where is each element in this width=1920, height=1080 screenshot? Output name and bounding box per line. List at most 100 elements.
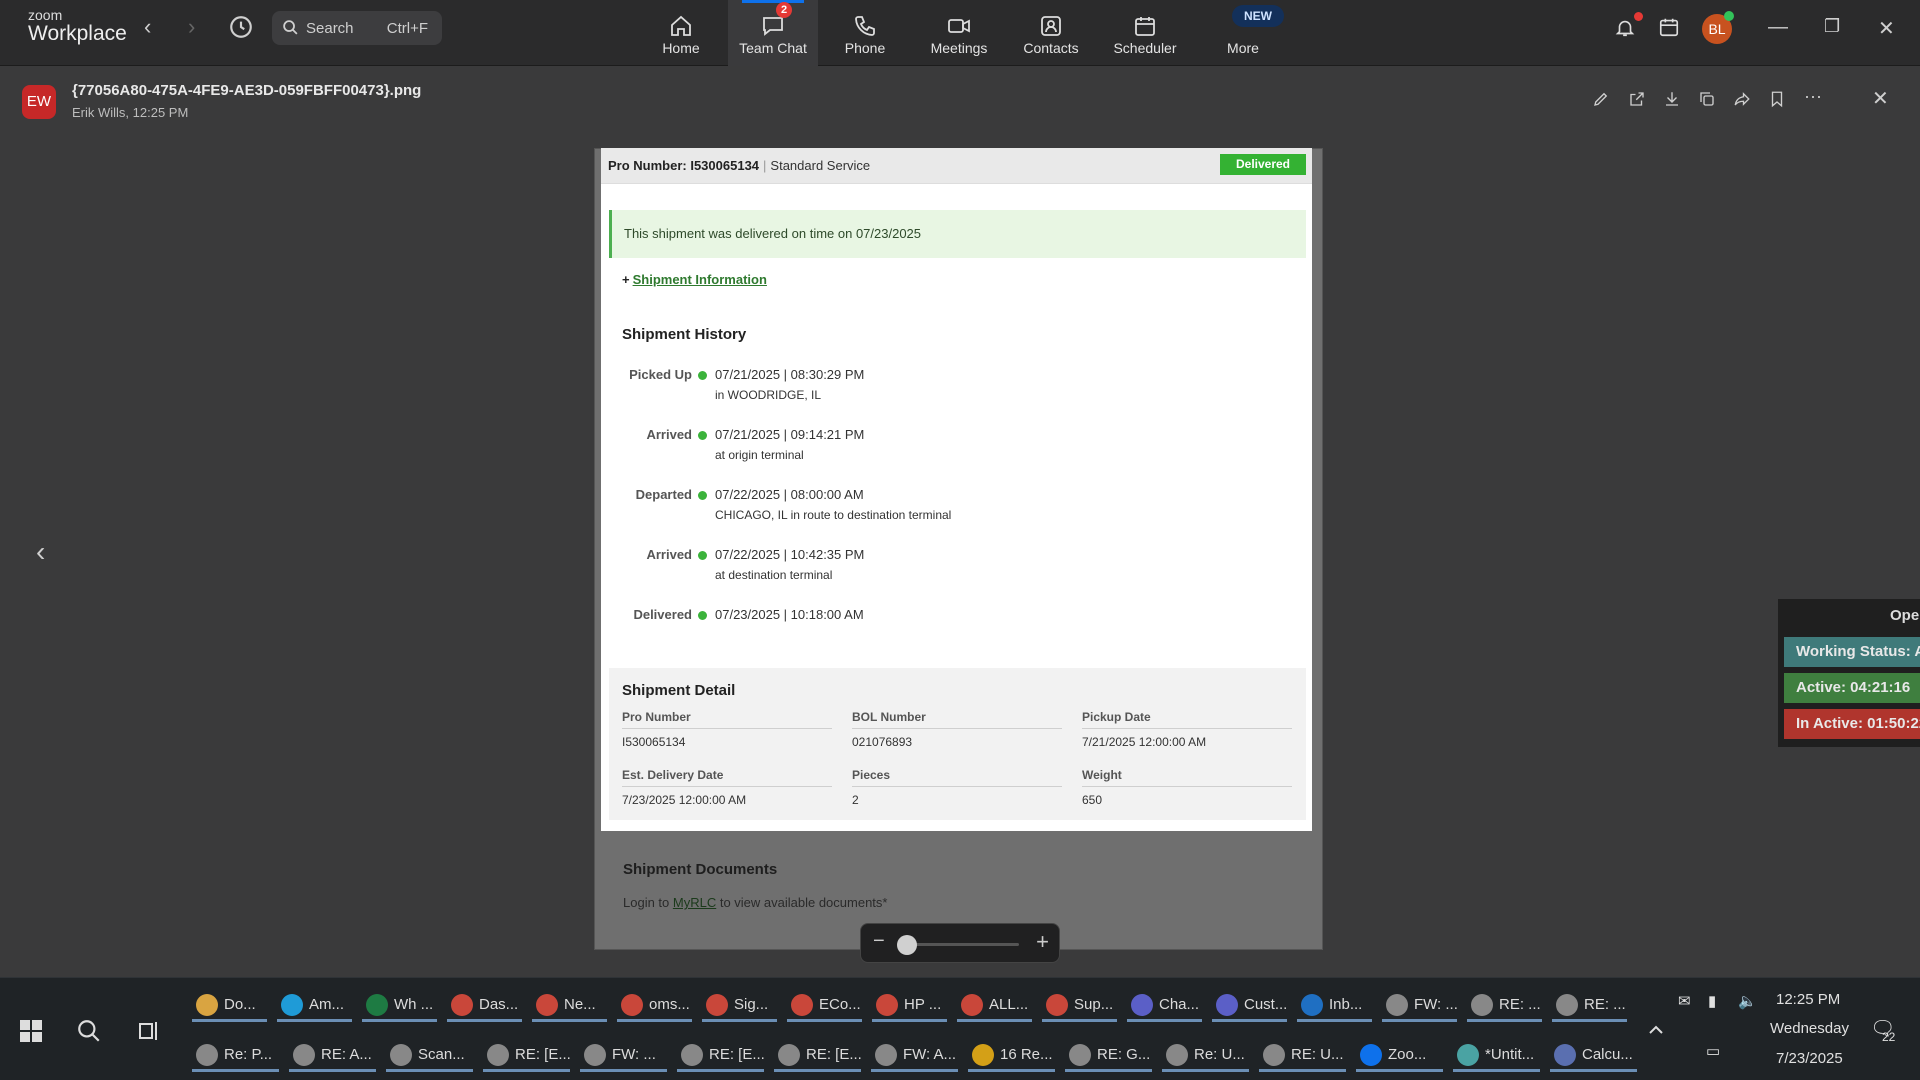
taskbar-button[interactable]: ECo... bbox=[785, 988, 864, 1022]
copy-icon[interactable] bbox=[1698, 90, 1716, 108]
taskbar-button[interactable]: FW: A... bbox=[869, 1038, 960, 1072]
app-icon bbox=[196, 1044, 218, 1066]
search-input[interactable]: Search Ctrl+F bbox=[272, 11, 442, 45]
shipment-information-link[interactable]: + Shipment Information bbox=[622, 272, 767, 287]
taskbar-button[interactable]: Scan... bbox=[384, 1038, 475, 1072]
app-icon bbox=[281, 994, 303, 1016]
status-dot bbox=[698, 551, 707, 560]
back-arrow-icon[interactable]: ‹ bbox=[144, 14, 151, 40]
taskbar-button[interactable]: RE: ... bbox=[1550, 988, 1629, 1022]
edit-icon[interactable] bbox=[1592, 90, 1610, 108]
calendar-app-icon[interactable] bbox=[1658, 16, 1680, 38]
taskbar-button[interactable]: Am... bbox=[275, 988, 354, 1022]
clock-date[interactable]: 7/23/2025 bbox=[1776, 1050, 1843, 1067]
download-icon[interactable] bbox=[1663, 90, 1681, 108]
taskbar-button[interactable]: Zoo... bbox=[1354, 1038, 1445, 1072]
taskbar-label: Inb... bbox=[1329, 996, 1363, 1013]
taskbar-label: 16 Re... bbox=[1000, 1046, 1053, 1063]
taskbar-label: RE: U... bbox=[1291, 1046, 1344, 1063]
zoom-out-button[interactable]: − bbox=[873, 930, 885, 953]
app-icon bbox=[1386, 994, 1408, 1016]
taskbar-button[interactable]: RE: G... bbox=[1063, 1038, 1154, 1072]
app-icon bbox=[1263, 1044, 1285, 1066]
app-icon bbox=[1471, 994, 1493, 1016]
taskbar-button[interactable]: 16 Re... bbox=[966, 1038, 1057, 1072]
display-icon[interactable]: ▭ bbox=[1706, 1042, 1720, 1060]
status-dot bbox=[698, 491, 707, 500]
clock-day[interactable]: Wednesday bbox=[1770, 1020, 1849, 1037]
app-icon bbox=[487, 1044, 509, 1066]
taskbar-button[interactable]: RE: ... bbox=[1465, 988, 1544, 1022]
restore-icon[interactable]: ❐ bbox=[1824, 16, 1840, 37]
search-icon[interactable] bbox=[76, 1018, 102, 1044]
task-view-icon[interactable] bbox=[138, 1020, 162, 1042]
taskbar-button[interactable]: RE: [E... bbox=[772, 1038, 863, 1072]
taskbar-button[interactable]: Calcu... bbox=[1548, 1038, 1639, 1072]
taskbar-button[interactable]: Sig... bbox=[700, 988, 779, 1022]
bookmark-icon[interactable] bbox=[1768, 90, 1786, 108]
taskbar-button[interactable]: Cust... bbox=[1210, 988, 1289, 1022]
share-icon[interactable] bbox=[1733, 90, 1751, 108]
myrlc-link[interactable]: MyRLC bbox=[673, 895, 716, 910]
forward-arrow-icon[interactable]: › bbox=[188, 14, 195, 40]
minimize-icon[interactable]: — bbox=[1768, 16, 1788, 39]
clock-time[interactable]: 12:25 PM bbox=[1776, 991, 1840, 1008]
status-widget: Ope Working Status: A Active: 04:21:16 I… bbox=[1778, 599, 1920, 747]
tab-contacts[interactable]: Contacts bbox=[1006, 0, 1096, 66]
tab-home[interactable]: Home bbox=[636, 0, 726, 66]
zoom-in-button[interactable]: + bbox=[1036, 929, 1049, 955]
bell-icon[interactable] bbox=[1614, 16, 1636, 40]
tab-scheduler[interactable]: Scheduler bbox=[1100, 0, 1190, 66]
app-icon bbox=[1069, 1044, 1091, 1066]
taskbar-label: Am... bbox=[309, 996, 345, 1013]
volume-icon[interactable]: 🔈 bbox=[1738, 992, 1757, 1010]
status-dot bbox=[698, 611, 707, 620]
zoom-logo: zoom Workplace bbox=[28, 7, 127, 45]
chevron-up-icon[interactable] bbox=[1648, 1023, 1664, 1035]
taskbar-button[interactable]: Sup... bbox=[1040, 988, 1119, 1022]
zoom-control: − + bbox=[860, 923, 1060, 963]
previous-image-icon[interactable]: ‹ bbox=[36, 536, 45, 568]
detail-field: Weight 650 bbox=[1082, 768, 1292, 807]
taskbar-button[interactable]: Re: P... bbox=[190, 1038, 281, 1072]
taskbar-label: Scan... bbox=[418, 1046, 465, 1063]
windows-start-icon[interactable] bbox=[20, 1020, 42, 1042]
tab-meetings[interactable]: Meetings bbox=[914, 0, 1004, 66]
taskbar-label: RE: ... bbox=[1584, 996, 1626, 1013]
file-name: {77056A80-475A-4FE9-AE3D-059FBFF00473}.p… bbox=[72, 82, 422, 99]
taskbar-label: RE: [E... bbox=[515, 1046, 571, 1063]
taskbar-button[interactable]: Ne... bbox=[530, 988, 609, 1022]
taskbar-button[interactable]: Cha... bbox=[1125, 988, 1204, 1022]
taskbar-button[interactable]: RE: [E... bbox=[675, 1038, 766, 1072]
taskbar-button[interactable]: ALL... bbox=[955, 988, 1034, 1022]
taskbar-button[interactable]: Re: U... bbox=[1160, 1038, 1251, 1072]
taskbar-button[interactable]: Do... bbox=[190, 988, 269, 1022]
close-viewer-icon[interactable]: ✕ bbox=[1872, 86, 1889, 111]
battery-icon[interactable]: ▮ bbox=[1708, 992, 1716, 1010]
more-icon[interactable]: ··· bbox=[1804, 86, 1822, 107]
taskbar-button[interactable]: Wh ... bbox=[360, 988, 439, 1022]
taskbar-button[interactable]: Inb... bbox=[1295, 988, 1374, 1022]
tab-team-chat[interactable]: 2 Team Chat bbox=[728, 0, 818, 66]
taskbar-button[interactable]: HP ... bbox=[870, 988, 949, 1022]
tab-phone[interactable]: Phone bbox=[820, 0, 910, 66]
taskbar-button[interactable]: Das... bbox=[445, 988, 524, 1022]
taskbar-button[interactable]: FW: ... bbox=[578, 1038, 669, 1072]
app-icon bbox=[536, 994, 558, 1016]
active-time: Active: 04:21:16 bbox=[1784, 673, 1920, 703]
taskbar-button[interactable]: RE: U... bbox=[1257, 1038, 1348, 1072]
zoom-slider-track[interactable] bbox=[901, 943, 1019, 946]
taskbar-button[interactable]: *Untit... bbox=[1451, 1038, 1542, 1072]
taskbar-button[interactable]: oms... bbox=[615, 988, 694, 1022]
open-external-icon[interactable] bbox=[1628, 90, 1646, 108]
history-row: Departed 07/22/2025 | 08:00:00 AM CHICAGO… bbox=[635, 487, 952, 522]
mail-tray-icon[interactable]: ✉ bbox=[1678, 992, 1691, 1010]
close-icon[interactable]: ✕ bbox=[1878, 16, 1895, 41]
taskbar-button[interactable]: RE: [E... bbox=[481, 1038, 572, 1072]
taskbar-button[interactable]: FW: ... bbox=[1380, 988, 1459, 1022]
taskbar-label: ECo... bbox=[819, 996, 861, 1013]
taskbar-label: RE: A... bbox=[321, 1046, 372, 1063]
zoom-slider-handle[interactable] bbox=[897, 935, 917, 955]
history-icon[interactable] bbox=[228, 14, 254, 40]
taskbar-button[interactable]: RE: A... bbox=[287, 1038, 378, 1072]
